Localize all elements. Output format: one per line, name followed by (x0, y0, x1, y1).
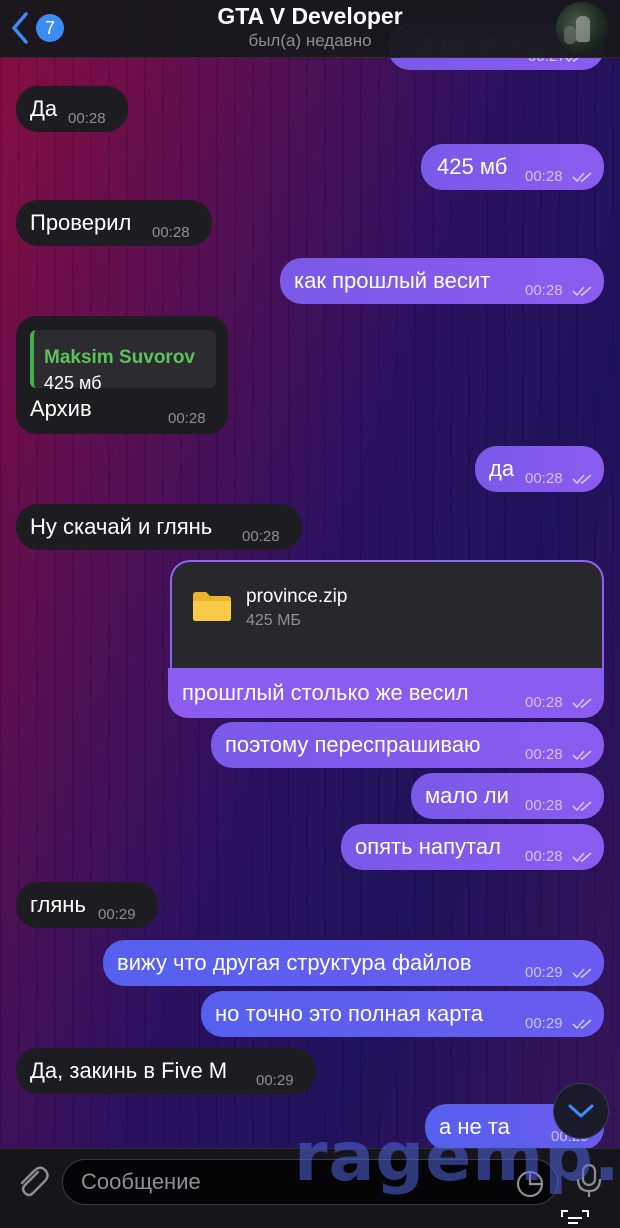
folder-icon (193, 592, 231, 621)
avatar[interactable] (556, 2, 608, 54)
message-bubble[interactable]: 425 мб 00:28 (421, 144, 604, 190)
message-bubble[interactable]: глянь 00:29 (16, 882, 158, 928)
read-check-icon (572, 968, 592, 979)
file-caption-bubble[interactable]: прошглый столько же весил 00:28 (168, 668, 604, 718)
read-check-icon (572, 852, 592, 863)
read-check-icon (572, 698, 592, 709)
message-bubble[interactable]: Ну скачай и глянь 00:28 (16, 504, 302, 550)
message-text: мало ли (425, 783, 509, 808)
message-bubble[interactable]: опять напутал 00:28 (341, 824, 604, 870)
message-text: Да (30, 96, 58, 121)
file-name: province.zip (246, 586, 348, 607)
message-time: 00:29 (525, 1015, 563, 1032)
message-time: 00:28 (168, 410, 206, 427)
read-check-icon (572, 286, 592, 297)
message-text: да (489, 456, 515, 481)
message-time: 00:28 (525, 694, 563, 711)
message-bubble[interactable]: поэтому переспрашиваю 00:28 (211, 722, 604, 768)
message-text: опять напутал (355, 834, 501, 859)
read-check-icon (572, 474, 592, 485)
message-bubble[interactable]: Проверил 00:28 (16, 200, 212, 246)
chat-status: был(а) недавно (248, 31, 372, 50)
message-time: 00:29 (256, 1072, 294, 1089)
message-time: 00:28 (242, 528, 280, 545)
message-text: вижу что другая структура файлов (117, 950, 472, 975)
chat-header: 7 GTA V Developer был(а) недавно (0, 0, 620, 58)
message-time: 00:28 (152, 224, 190, 241)
message-bubble[interactable]: Да, закинь в Five M 00:29 (16, 1048, 316, 1094)
read-check-icon (572, 801, 592, 812)
message-text: Архив (30, 396, 92, 421)
message-time: 00:29 (98, 906, 136, 923)
reply-message-bubble[interactable]: Maksim Suvorov 425 мб Архив 00:28 (16, 316, 228, 434)
message-text: прошглый столько же весил (182, 680, 469, 705)
message-text: как прошлый весит (294, 268, 491, 293)
read-check-icon (572, 172, 592, 183)
message-time: 00:28 (525, 746, 563, 763)
message-text: но точно это полная карта (215, 1001, 484, 1026)
message-text: Проверил (30, 210, 132, 235)
watermark: ragemp.pro (294, 1118, 620, 1197)
message-text: глянь (30, 892, 86, 917)
message-bubble[interactable]: Да 00:28 (16, 86, 128, 132)
message-text: 425 мб (437, 154, 508, 179)
file-attachment[interactable]: province.zip 425 МБ (170, 560, 604, 670)
read-check-icon (572, 1019, 592, 1030)
file-size: 425 МБ (246, 612, 301, 629)
message-time: 00:29 (525, 964, 563, 981)
chevron-down-icon (568, 1104, 594, 1118)
message-bubble[interactable]: как прошлый весит 00:28 (280, 258, 604, 304)
message-time: 00:28 (525, 168, 563, 185)
chat-title[interactable]: GTA V Developer (0, 3, 620, 30)
message-text: Ну скачай и глянь (30, 514, 213, 539)
message-bubble[interactable]: но точно это полная карта 00:29 (201, 991, 604, 1037)
message-time: 00:28 (525, 797, 563, 814)
message-text: поэтому переспрашиваю (225, 732, 481, 757)
message-bubble[interactable]: вижу что другая структура файлов 00:29 (103, 940, 604, 986)
reply-quote[interactable]: Maksim Suvorov 425 мб (30, 330, 216, 393)
message-time: 00:28 (525, 470, 563, 487)
read-check-icon (572, 750, 592, 761)
paperclip-icon[interactable] (14, 1163, 50, 1199)
message-time: 00:28 (525, 848, 563, 865)
message-time: 00:28 (68, 110, 106, 127)
chat-screen: 7 GTA V Developer был(а) недавно 15 мб 4… (0, 0, 620, 1228)
message-time: 00:28 (525, 282, 563, 299)
message-bubble[interactable]: да 00:28 (475, 446, 604, 492)
scan-icon[interactable] (560, 1209, 590, 1227)
message-text: Да, закинь в Five M (30, 1058, 228, 1083)
message-bubble[interactable]: мало ли 00:28 (411, 773, 604, 819)
